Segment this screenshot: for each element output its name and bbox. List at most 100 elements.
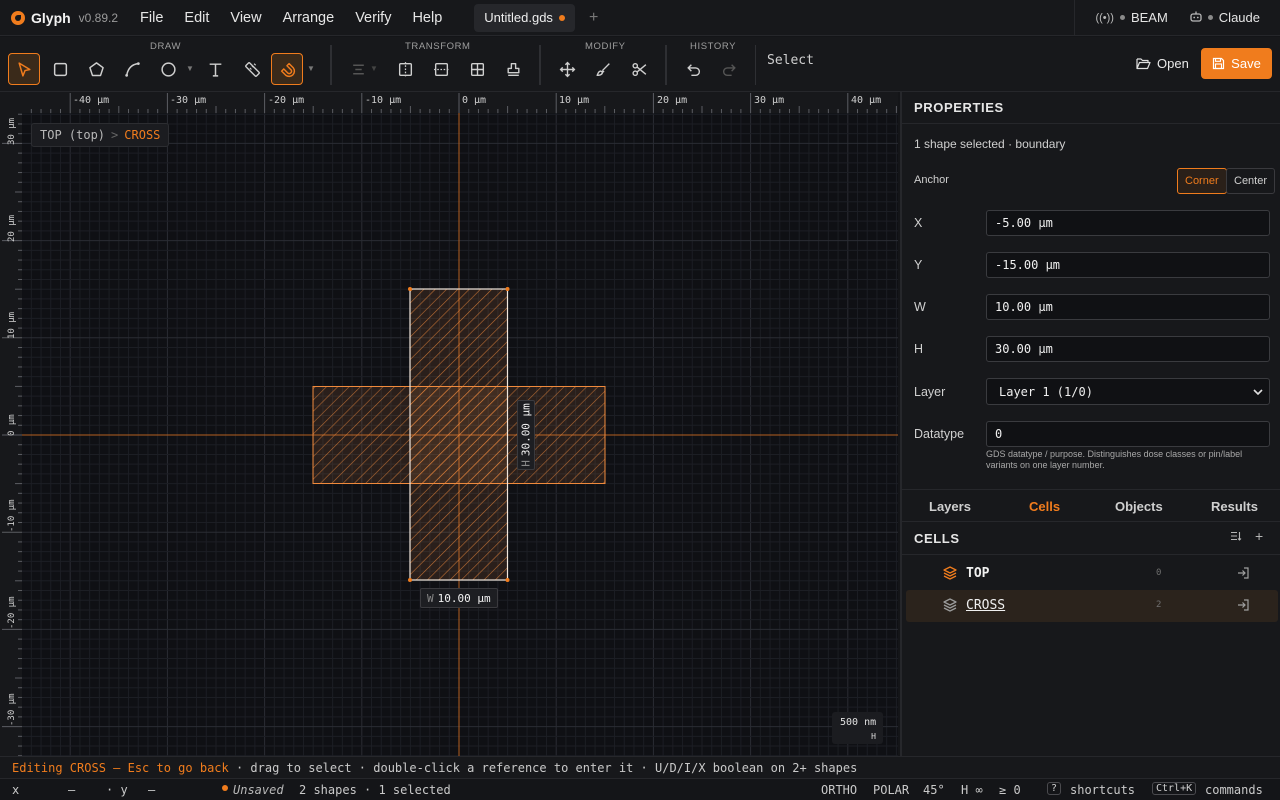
ruler-y-label: 30 µm [7,118,17,145]
flip-horizontal-tool[interactable] [389,53,421,85]
ruler-x-labels: -40 µm -30 µm -20 µm -10 µm 0 µm 10 µm 2… [73,95,881,106]
menu-view[interactable]: View [230,10,261,26]
tab-results[interactable]: Results [1211,499,1258,514]
menu-verify[interactable]: Verify [355,10,391,26]
stamp-tool[interactable] [497,53,529,85]
width-dimension-tag: W 10.00 µm [420,588,498,608]
ruler-x-label: -20 µm [268,95,304,106]
cell-count: 2 [1156,600,1162,610]
flip-vertical-tool[interactable] [425,53,457,85]
anchor-corner-button[interactable]: Corner [1177,168,1227,194]
height-label: H [914,342,924,356]
snap-magnet-tool[interactable] [271,53,303,85]
main-menu: File Edit View Arrange Verify Help [140,10,442,26]
circle-icon [160,61,176,77]
resize-handle[interactable] [505,578,510,582]
toolbar-divider [665,45,667,85]
cut-tool[interactable] [623,53,655,85]
toolbar-divider [755,45,756,85]
cell-row-cross[interactable]: CROSS 2 [906,590,1278,622]
open-label: Open [1157,55,1189,71]
menu-help[interactable]: Help [412,10,442,26]
path-tool[interactable] [116,53,148,85]
paint-tool[interactable] [587,53,619,85]
align-center-icon [352,64,364,74]
tab-objects[interactable]: Objects [1115,499,1163,514]
layout-canvas[interactable]: -40 µm -30 µm -20 µm -10 µm 0 µm 10 µm 2… [0,92,898,756]
app-logo: Glyph v0.89.2 [11,10,118,26]
ruler-icon [244,61,260,77]
flip-vertical-icon [433,62,449,76]
sort-list-icon[interactable] [1230,531,1242,544]
shortcuts-label[interactable]: shortcuts [1070,783,1135,797]
move-arrows-icon [559,61,575,77]
file-tab[interactable]: Untitled.gds [474,3,575,32]
anchor-center-button[interactable]: Center [1226,168,1276,194]
beam-status[interactable]: ((•)) BEAM [1095,10,1167,25]
menu-edit[interactable]: Edit [184,10,209,26]
layer-select[interactable]: Layer 1 (1/0) [986,378,1270,405]
chevron-down-icon[interactable]: ▼ [370,64,378,73]
polar-toggle[interactable]: POLAR [873,783,909,797]
tab-cells[interactable]: Cells [1029,499,1060,514]
undo-button[interactable] [677,53,709,85]
cursor-x-label: x [12,783,20,797]
text-tool[interactable] [199,53,231,85]
new-tab-button[interactable]: + [589,9,598,27]
status-dot-icon [1119,15,1125,20]
redo-button[interactable] [713,53,745,85]
layer-label: Layer [914,385,946,399]
cell-count: 0 [1156,568,1162,578]
brush-icon [595,62,610,76]
scissors-icon [631,62,646,76]
menu-file[interactable]: File [140,10,163,26]
rectangle-tool[interactable] [44,53,76,85]
enter-cell-icon[interactable] [1236,566,1250,580]
ruler-x-label: 30 µm [754,95,784,106]
menu-arrange[interactable]: Arrange [283,10,335,26]
ruler-x-label: 40 µm [851,95,881,106]
x-input[interactable]: -5.00 µm [986,210,1270,236]
ortho-toggle[interactable]: ORTHO [821,783,857,797]
open-button[interactable]: Open [1128,48,1197,78]
commands-label[interactable]: commands [1205,783,1263,797]
datatype-input[interactable]: 0 [986,421,1270,447]
add-cell-button[interactable]: + [1255,528,1263,544]
scale-indicator: 500 nm H [832,712,883,744]
width-input[interactable]: 10.00 µm [986,294,1270,320]
commands-key[interactable]: Ctrl+K [1152,782,1197,795]
claude-status[interactable]: Claude [1190,10,1260,25]
app-version: v0.89.2 [78,10,119,25]
shortcuts-key[interactable]: ? [1047,782,1062,795]
enter-cell-icon[interactable] [1236,598,1250,612]
canvas-drawing[interactable]: -40 µm -30 µm -20 µm -10 µm 0 µm 10 µm 2… [0,92,898,756]
hint-text: · drag to select · double-click a refere… [228,760,858,775]
tab-layers[interactable]: Layers [929,499,971,514]
h-constraint: H ∞ [961,783,983,797]
breadcrumb-top-cell[interactable]: TOP (top) [40,128,105,142]
width-dimension-value: 10.00 µm [437,591,491,605]
array-tool[interactable] [461,53,493,85]
resize-handle[interactable] [408,287,412,291]
angle-snap[interactable]: 45° [923,783,945,797]
height-input[interactable]: 30.00 µm [986,336,1270,362]
breadcrumb-current-cell: CROSS [124,128,161,142]
curve-path-icon [124,61,140,77]
ruler-y-label: 10 µm [7,312,17,339]
select-tool[interactable] [8,53,40,85]
cells-title: CELLS [914,531,960,546]
polygon-tool[interactable] [80,53,112,85]
cell-row-top[interactable]: TOP 0 [906,558,1278,590]
measure-tool[interactable] [236,53,268,85]
circle-tool[interactable] [152,53,184,85]
chevron-down-icon[interactable]: ▼ [307,64,315,73]
move-tool[interactable] [551,53,583,85]
resize-handle[interactable] [505,287,510,291]
group-label-transform: TRANSFORM [405,41,471,52]
chevron-down-icon[interactable]: ▼ [186,64,194,73]
save-button[interactable]: Save [1201,48,1272,79]
unsaved-dot-icon [222,785,228,791]
resize-handle[interactable] [408,578,412,582]
menubar: Glyph v0.89.2 File Edit View Arrange Ver… [0,0,1280,36]
y-input[interactable]: -15.00 µm [986,252,1270,278]
